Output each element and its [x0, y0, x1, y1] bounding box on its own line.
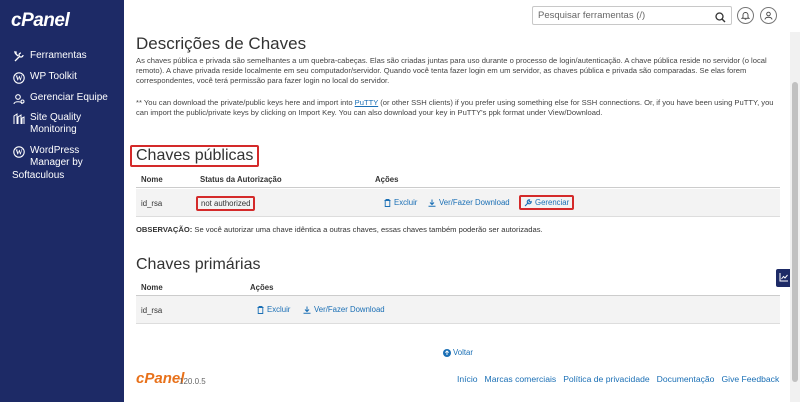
table-row: id_rsa Excluir Ver/Fazer Download	[136, 296, 780, 324]
delete-button[interactable]: Excluir	[384, 198, 417, 207]
key-name: id_rsa	[141, 199, 163, 208]
sidebar: cPanel Ferramentas W WP Toolkit Gerencia…	[0, 0, 124, 402]
sidebar-item-label: Ferramentas	[30, 50, 87, 61]
col-header-status: Status da Autorização	[200, 175, 282, 184]
sidebar-item-wordpress-manager[interactable]: W WordPress Manager by	[12, 145, 83, 169]
view-download-button[interactable]: Ver/Fazer Download	[428, 198, 510, 207]
sidebar-item-wp-toolkit[interactable]: W WP Toolkit	[12, 71, 77, 84]
putty-text: ** You can download the private/public k…	[136, 98, 774, 117]
private-keys-heading: Chaves primárias	[136, 256, 261, 273]
status-badge: not authorized	[196, 196, 256, 211]
back-link[interactable]: Voltar	[443, 348, 473, 357]
wrench-icon	[524, 198, 532, 206]
monitoring-icon	[12, 112, 25, 125]
footer-link-privacidade[interactable]: Política de privacidade	[563, 374, 649, 384]
svg-text:W: W	[15, 148, 22, 156]
delete-button[interactable]: Excluir	[257, 305, 290, 314]
col-header-actions: Ações	[375, 175, 399, 184]
sidebar-item-label: Gerenciar Equipe	[30, 92, 108, 103]
footer-links: Início Marcas comerciais Política de pri…	[457, 374, 779, 384]
top-bar	[124, 0, 800, 32]
sidebar-item-softaculous-label[interactable]: Softaculous	[12, 170, 64, 181]
sidebar-item-site-quality-monitoring[interactable]: Site Quality Monitoring	[12, 112, 81, 136]
main-content: Descrições de Chaves As chaves pública e…	[124, 32, 790, 402]
public-keys-heading: Chaves públicas	[130, 145, 260, 167]
cpanel-logo[interactable]: cPanel	[11, 10, 70, 32]
manage-button[interactable]: Gerenciar	[519, 195, 575, 210]
footer-link-inicio[interactable]: Início	[457, 374, 478, 384]
trash-icon	[384, 198, 391, 207]
arrow-up-icon	[443, 348, 451, 357]
notifications-button[interactable]	[737, 7, 754, 24]
sidebar-item-label: Site Quality Monitoring	[30, 112, 82, 135]
footer-link-feedback[interactable]: Give Feedback	[721, 374, 779, 384]
team-icon	[12, 92, 25, 105]
footer-cpanel-logo: cPanel	[136, 370, 185, 387]
table-row: id_rsa not authorized Excluir Ver/Fazer …	[136, 189, 780, 217]
tools-icon	[12, 50, 25, 63]
search-icon[interactable]	[715, 10, 727, 23]
intro-text: As chaves pública e privada são semelhan…	[136, 56, 767, 85]
sidebar-item-ferramentas[interactable]: Ferramentas	[12, 50, 87, 63]
private-keys-table-header: Nome Ações	[136, 280, 780, 296]
col-header-name: Nome	[141, 175, 163, 184]
view-download-button[interactable]: Ver/Fazer Download	[303, 305, 385, 314]
sidebar-item-label: WP Toolkit	[30, 71, 77, 82]
trash-icon	[257, 305, 264, 314]
user-icon	[764, 7, 773, 25]
wordpress-icon: W	[12, 145, 25, 158]
user-menu-button[interactable]	[760, 7, 777, 24]
chart-icon	[779, 269, 789, 287]
col-header-name: Nome	[141, 283, 163, 292]
search-input[interactable]	[532, 6, 732, 25]
putty-link[interactable]: PuTTY	[355, 98, 379, 107]
page-title: Descrições de Chaves	[136, 34, 307, 53]
public-keys-note: OBSERVAÇÃO: Se você autorizar uma chave …	[136, 225, 543, 234]
sidebar-item-label: WordPress Manager by	[30, 145, 83, 168]
public-keys-table-header: Nome Status da Autorização Ações	[136, 172, 780, 188]
footer-link-marcas[interactable]: Marcas comerciais	[485, 374, 557, 384]
svg-text:W: W	[15, 74, 22, 82]
download-icon	[428, 199, 436, 207]
footer-version: 120.0.5	[179, 377, 206, 386]
scrollbar[interactable]	[790, 32, 800, 402]
bell-icon	[740, 7, 751, 25]
footer-link-documentacao[interactable]: Documentação	[657, 374, 715, 384]
sidebar-item-gerenciar-equipe[interactable]: Gerenciar Equipe	[12, 92, 108, 105]
wordpress-icon: W	[12, 71, 25, 84]
key-name: id_rsa	[141, 306, 163, 315]
scrollbar-thumb[interactable]	[792, 82, 798, 382]
download-icon	[303, 306, 311, 314]
col-header-actions: Ações	[250, 283, 274, 292]
